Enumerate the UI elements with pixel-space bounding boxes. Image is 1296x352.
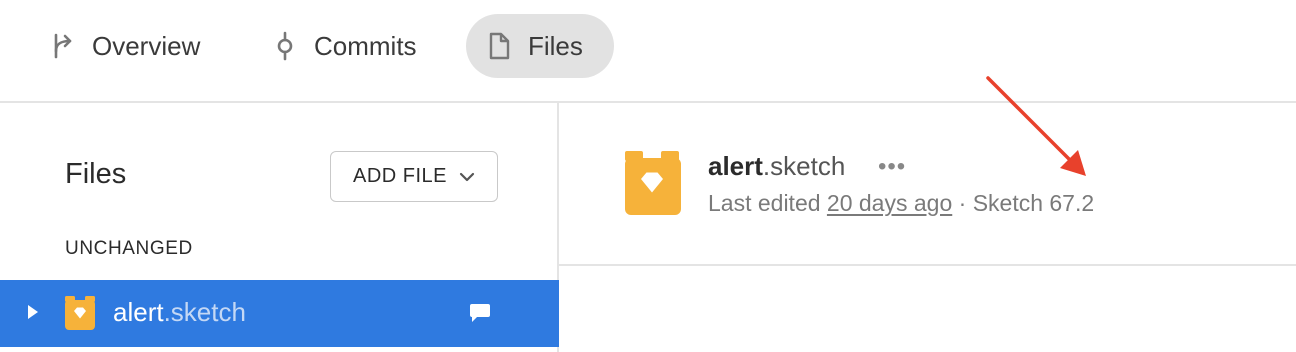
file-detail-header: alert.sketch ••• Last edited 20 days ago… — [559, 103, 1296, 266]
meta-prefix: Last edited — [708, 190, 827, 216]
file-icon — [484, 31, 514, 61]
last-edited-link[interactable]: 20 days ago — [827, 190, 952, 216]
add-file-button[interactable]: ADD FILE — [330, 151, 498, 202]
annotation-arrow-icon — [980, 70, 1100, 195]
sketch-file-icon — [64, 296, 96, 335]
file-name-base: alert — [113, 297, 164, 327]
sidebar-title: Files — [65, 158, 127, 190]
tab-overview-label: Overview — [92, 30, 201, 61]
tab-overview[interactable]: Overview — [48, 14, 200, 78]
commit-icon — [270, 31, 300, 61]
more-options-icon[interactable]: ••• — [878, 153, 906, 181]
file-title-ext: .sketch — [762, 151, 846, 181]
disclosure-triangle-icon[interactable] — [26, 303, 40, 326]
tab-files[interactable]: Files — [466, 14, 614, 78]
app-window: Overview Commits Files Files ADD FILE UN… — [0, 0, 1296, 352]
tab-commits[interactable]: Commits — [270, 14, 417, 78]
file-name-ext: .sketch — [163, 297, 246, 327]
files-sidebar: Files ADD FILE UNCHANGED alert.sketch — [0, 103, 559, 352]
tab-commits-label: Commits — [314, 30, 417, 61]
chevron-down-icon — [459, 172, 475, 182]
file-title: alert.sketch — [708, 151, 845, 182]
top-tab-bar: Overview Commits Files — [0, 0, 1296, 103]
branch-merge-icon — [48, 31, 78, 61]
file-title-base: alert — [708, 151, 763, 181]
tab-files-label: Files — [528, 30, 583, 61]
comment-icon[interactable] — [469, 303, 491, 328]
add-file-label: ADD FILE — [352, 165, 448, 187]
sketch-file-large-icon — [623, 151, 681, 220]
file-list-item[interactable]: alert.sketch — [0, 280, 559, 347]
section-label-unchanged: UNCHANGED — [65, 238, 193, 259]
file-list-item-name: alert.sketch — [113, 297, 246, 328]
